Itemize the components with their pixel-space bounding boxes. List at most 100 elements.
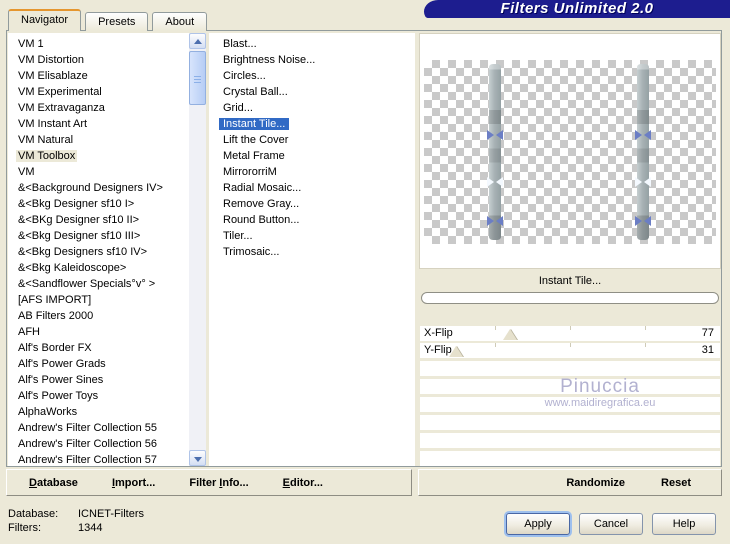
toolbar-button[interactable]: Filter Info...	[189, 477, 248, 489]
status-filters-label: Filters:	[8, 522, 41, 534]
empty-row	[420, 415, 720, 430]
list-item[interactable]: VM Toolbox	[8, 148, 189, 164]
list-item-label: Andrew's Filter Collection 56	[18, 438, 158, 450]
action-button[interactable]: Cancel	[579, 513, 643, 535]
list-item[interactable]: VM Natural	[8, 132, 189, 148]
list-item[interactable]: &<BKg Designer sf10 II>	[8, 212, 189, 228]
list-item-label: &<Sandflower Specials°v° >	[18, 278, 156, 290]
list-item[interactable]: MirrororriM	[209, 164, 415, 180]
list-item[interactable]: Alf's Power Sines	[8, 372, 189, 388]
list-item[interactable]: Instant Tile...	[209, 116, 415, 132]
list-item-label: [AFS IMPORT]	[18, 294, 92, 306]
watermark-url: www.maidiregrafica.eu	[544, 397, 656, 409]
scrollbar-thumb[interactable]	[189, 51, 206, 105]
list-item-label: VM Elisablaze	[18, 70, 88, 82]
scroll-down-button[interactable]	[189, 450, 206, 466]
scroll-up-icon	[194, 39, 202, 44]
tab-label: Presets	[98, 16, 136, 28]
list-item[interactable]: VM	[8, 164, 189, 180]
watermark-name: Pinuccia	[560, 376, 640, 397]
list-item-label: Circles...	[223, 70, 266, 82]
tab-label: About	[165, 16, 195, 28]
slider-tick	[570, 343, 571, 347]
toolbar-button[interactable]: Randomize	[566, 477, 625, 489]
pipe-bowtie-icon	[635, 130, 651, 140]
tab[interactable]: About	[152, 12, 208, 31]
list-item[interactable]: &<Bkg Designer sf10 I>	[8, 196, 189, 212]
toolbar-left: Database Import... Filter Info... Editor…	[6, 469, 412, 496]
list-item[interactable]: Alf's Border FX	[8, 340, 189, 356]
list-item[interactable]: Blast...	[209, 36, 415, 52]
list-item[interactable]: VM 1	[8, 36, 189, 52]
list-item[interactable]: Grid...	[209, 100, 415, 116]
list-item[interactable]: AB Filters 2000	[8, 308, 189, 324]
list-item-label: VM 1	[18, 38, 44, 50]
list-item[interactable]: VM Extravaganza	[8, 100, 189, 116]
list-item[interactable]: Remove Gray...	[209, 196, 415, 212]
action-button[interactable]: Apply	[506, 513, 570, 535]
list-item[interactable]: VM Elisablaze	[8, 68, 189, 84]
list-item[interactable]: VM Instant Art	[8, 116, 189, 132]
list-item[interactable]: &<Bkg Kaleidoscope>	[8, 260, 189, 276]
list-item[interactable]: &<Background Designers IV>	[8, 180, 189, 196]
list-item[interactable]: &<Sandflower Specials°v° >	[8, 276, 189, 292]
slider-thumb[interactable]	[503, 329, 517, 340]
window-title: Filters Unlimited 2.0	[500, 0, 654, 17]
list-item[interactable]: [AFS IMPORT]	[8, 292, 189, 308]
list-item[interactable]: Circles...	[209, 68, 415, 84]
list-item[interactable]: Andrew's Filter Collection 55	[8, 420, 189, 436]
list-item[interactable]: &<Bkg Designer sf10 III>	[8, 228, 189, 244]
list-item-label: Tiler...	[223, 230, 253, 242]
list-item-label: Andrew's Filter Collection 55	[18, 422, 158, 434]
tab-label: Navigator	[21, 14, 69, 26]
list-item-label: Alf's Power Toys	[18, 390, 99, 402]
list-item-label: VM	[18, 166, 35, 178]
list-item-label: Grid...	[223, 102, 253, 114]
list-item[interactable]: Brightness Noise...	[209, 52, 415, 68]
list-item-label: Remove Gray...	[223, 198, 300, 210]
list-item[interactable]: Tiler...	[209, 228, 415, 244]
list-item[interactable]: Metal Frame	[209, 148, 415, 164]
list-item[interactable]: Trimosaic...	[209, 244, 415, 260]
list-item[interactable]: AFH	[8, 324, 189, 340]
toolbar-button[interactable]: Database	[29, 477, 78, 489]
list-item[interactable]: AlphaWorks	[8, 404, 189, 420]
toolbar-button[interactable]: Editor...	[283, 477, 323, 489]
tab[interactable]: Presets	[85, 12, 149, 31]
preview-pipe	[487, 64, 503, 240]
tab[interactable]: Navigator	[8, 9, 82, 31]
list-item[interactable]: Alf's Power Toys	[8, 388, 189, 404]
preview-transparency-checker[interactable]	[424, 60, 716, 244]
list-item[interactable]: VM Distortion	[8, 52, 189, 68]
slider[interactable]: Y-Flip 31	[420, 343, 720, 358]
slider-tick	[495, 326, 496, 330]
list-item[interactable]: VM Experimental	[8, 84, 189, 100]
list-item[interactable]: Radial Mosaic...	[209, 180, 415, 196]
filter-list[interactable]: Blast... Brightness Noise... Circles... …	[209, 33, 415, 466]
toolbar-button[interactable]: Import...	[112, 477, 155, 489]
list-item-label: Alf's Power Grads	[18, 358, 106, 370]
list-item-label: Lift the Cover	[223, 134, 289, 146]
list-item-label: AFH	[18, 326, 40, 338]
action-button[interactable]: Help	[652, 513, 716, 535]
slider[interactable]: X-Flip 77	[420, 326, 720, 341]
category-list[interactable]: VM 1 VM Distortion VM Elisablaze VM Expe…	[8, 33, 206, 466]
list-item[interactable]: Lift the Cover	[209, 132, 415, 148]
list-item[interactable]: Round Button...	[209, 212, 415, 228]
list-item[interactable]: Alf's Power Grads	[8, 356, 189, 372]
list-item-label: &<Bkg Designer sf10 I>	[18, 198, 135, 210]
empty-row	[420, 361, 720, 376]
list-item[interactable]: Andrew's Filter Collection 56	[8, 436, 189, 452]
list-item-label: &<Bkg Designer sf10 III>	[18, 230, 141, 242]
list-item-label: &<Bkg Kaleidoscope>	[18, 262, 127, 274]
scroll-up-button[interactable]	[189, 33, 206, 49]
list-item-label: VM Extravaganza	[18, 102, 105, 114]
list-item-label: VM Experimental	[18, 86, 102, 98]
list-item[interactable]: Andrew's Filter Collection 57	[8, 452, 189, 468]
list-item-label: VM Instant Art	[18, 118, 88, 130]
list-item[interactable]: &<Bkg Designers sf10 IV>	[8, 244, 189, 260]
toolbar-button[interactable]: Reset	[661, 477, 691, 489]
scrollbar[interactable]	[189, 33, 206, 466]
status-filters-value: 1344	[78, 522, 103, 534]
list-item[interactable]: Crystal Ball...	[209, 84, 415, 100]
